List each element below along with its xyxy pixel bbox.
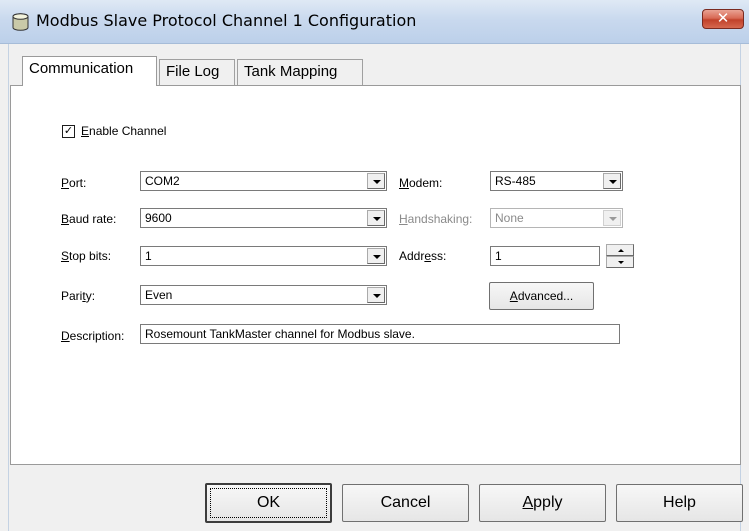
enable-channel-checkbox[interactable]: ✓ bbox=[62, 125, 75, 138]
description-label: Description: bbox=[61, 329, 125, 343]
modem-label: Modem: bbox=[399, 176, 443, 190]
parity-label: Parity: bbox=[61, 289, 96, 303]
port-label: Port: bbox=[61, 176, 87, 190]
window-title: Modbus Slave Protocol Channel 1 Configur… bbox=[36, 11, 417, 30]
tab-label: File Log bbox=[166, 63, 220, 80]
tab-label: Communication bbox=[29, 60, 134, 77]
tab-tank-mapping[interactable]: Tank Mapping bbox=[237, 59, 363, 85]
chevron-down-icon[interactable] bbox=[367, 248, 385, 264]
stop-bits-value: 1 bbox=[145, 249, 152, 263]
description-value: Rosemount TankMaster channel for Modbus … bbox=[145, 327, 415, 341]
ok-button[interactable]: OK bbox=[205, 483, 332, 523]
parity-select[interactable]: Even bbox=[140, 285, 387, 305]
cancel-button[interactable]: Cancel bbox=[342, 484, 469, 522]
tab-file-log[interactable]: File Log bbox=[159, 59, 235, 85]
parity-value: Even bbox=[145, 288, 173, 302]
title-bar[interactable]: Modbus Slave Protocol Channel 1 Configur… bbox=[0, 0, 749, 44]
chevron-down-icon[interactable] bbox=[367, 210, 385, 226]
chevron-down-icon[interactable] bbox=[367, 173, 385, 189]
spin-down-icon[interactable] bbox=[606, 256, 634, 268]
description-input[interactable]: Rosemount TankMaster channel for Modbus … bbox=[140, 324, 620, 344]
handshaking-label: Handshaking: bbox=[399, 212, 473, 226]
dialog-window: Modbus Slave Protocol Channel 1 Configur… bbox=[0, 0, 749, 531]
port-value: COM2 bbox=[145, 174, 180, 188]
stop-bits-select[interactable]: 1 bbox=[140, 246, 387, 266]
port-select[interactable]: COM2 bbox=[140, 171, 387, 191]
baud-rate-label: Baud rate: bbox=[61, 212, 117, 226]
help-button[interactable]: Help bbox=[616, 484, 743, 522]
close-icon: ✕ bbox=[716, 10, 730, 27]
stop-bits-label: Stop bits: bbox=[61, 249, 112, 263]
handshaking-select: None bbox=[490, 208, 623, 228]
address-input[interactable]: 1 bbox=[490, 246, 600, 266]
tab-label: Tank Mapping bbox=[244, 63, 338, 80]
spin-up-icon[interactable] bbox=[606, 244, 634, 256]
address-label: Address: bbox=[399, 249, 447, 263]
baud-rate-select[interactable]: 9600 bbox=[140, 208, 387, 228]
address-value: 1 bbox=[495, 249, 502, 263]
chevron-down-icon bbox=[603, 210, 621, 226]
advanced-button[interactable]: Advanced... bbox=[489, 282, 594, 310]
address-spinner[interactable] bbox=[606, 244, 634, 268]
handshaking-value: None bbox=[495, 211, 524, 225]
chevron-down-icon[interactable] bbox=[603, 173, 621, 189]
modem-select[interactable]: RS-485 bbox=[490, 171, 623, 191]
database-icon bbox=[12, 13, 29, 31]
apply-button[interactable]: Apply bbox=[479, 484, 606, 522]
modem-value: RS-485 bbox=[495, 174, 536, 188]
communication-panel bbox=[10, 85, 741, 465]
chevron-down-icon[interactable] bbox=[367, 287, 385, 303]
baud-rate-value: 9600 bbox=[145, 211, 172, 225]
tab-communication[interactable]: Communication bbox=[22, 56, 157, 86]
close-button[interactable]: ✕ bbox=[702, 9, 744, 29]
enable-channel-label[interactable]: Enable Channel bbox=[81, 124, 166, 138]
checkmark-icon: ✓ bbox=[63, 125, 74, 137]
